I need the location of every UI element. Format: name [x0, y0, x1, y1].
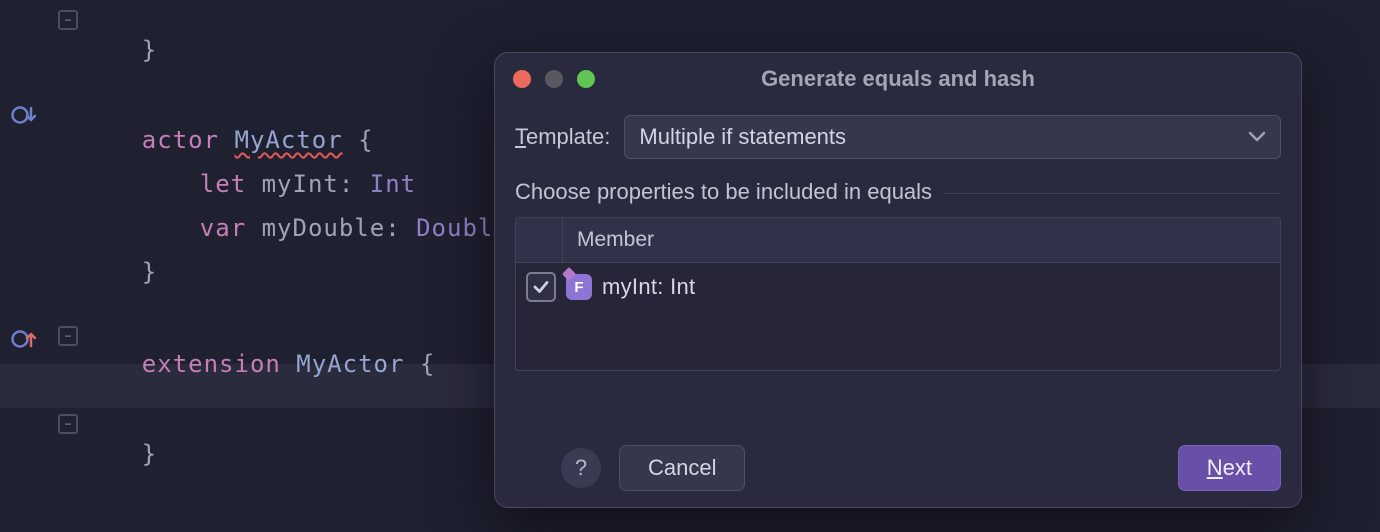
include-member-checkbox[interactable]	[526, 272, 556, 302]
cancel-button[interactable]: Cancel	[619, 445, 745, 491]
next-button[interactable]: Next	[1178, 445, 1281, 491]
generate-equals-hash-dialog: Generate equals and hash Template: Multi…	[494, 52, 1302, 508]
members-table-header: Member	[516, 218, 1280, 263]
help-button[interactable]: ?	[561, 448, 601, 488]
template-selected-value: Multiple if statements	[639, 124, 846, 150]
table-row[interactable]: F myInt: Int	[516, 263, 1280, 311]
members-table: Member F myInt: Int	[515, 217, 1281, 371]
code-line: extension MyActor {	[80, 322, 435, 406]
code-line: }	[80, 8, 157, 92]
properties-fieldset: Choose properties to be included in equa…	[515, 179, 1281, 371]
dialog-titlebar: Generate equals and hash	[495, 53, 1301, 105]
dialog-title: Generate equals and hash	[495, 66, 1301, 92]
code-line: }	[80, 230, 157, 314]
code-line: }	[80, 412, 157, 496]
fieldset-legend: Choose properties to be included in equa…	[515, 179, 944, 205]
member-label: myInt: Int	[602, 274, 695, 300]
template-label: Template:	[515, 124, 610, 150]
override-down-icon[interactable]	[8, 100, 38, 130]
template-combobox[interactable]: Multiple if statements	[624, 115, 1281, 159]
chevron-down-icon	[1248, 131, 1266, 143]
column-header-member: Member	[563, 228, 654, 252]
fold-marker[interactable]	[58, 414, 78, 434]
fold-marker[interactable]	[58, 326, 78, 346]
field-icon: F	[566, 274, 592, 300]
fold-marker[interactable]	[58, 10, 78, 30]
override-up-icon[interactable]	[8, 324, 38, 354]
